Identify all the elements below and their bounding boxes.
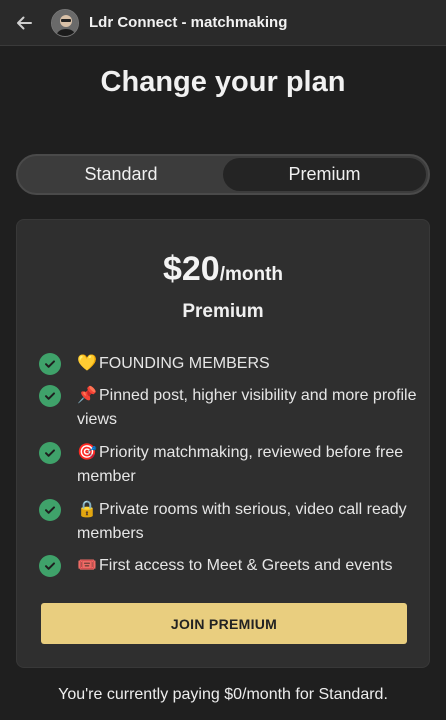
heart-icon: 💛 [77,355,97,372]
current-plan-note: You're currently paying $0/month for Sta… [58,686,388,703]
back-button[interactable] [12,11,36,35]
user-avatar-icon [52,9,78,36]
app-title: Ldr Connect - matchmaking [89,14,288,31]
page-title: Change your plan [100,66,346,98]
check-circle-icon [39,555,61,577]
price-amount: $20 [162,250,220,288]
ticket-icon: 🎟️ [77,557,97,574]
arrow-left-icon [17,16,32,29]
check-circle-icon [39,385,61,407]
price: $20/month [17,250,429,289]
check-circle-icon [39,442,61,464]
plan-toggle[interactable]: Standard Premium [16,154,430,195]
feature-text: FOUNDING MEMBERS [99,355,270,372]
avatar[interactable] [51,8,79,37]
plan-name: Premium [182,301,264,322]
plan-card: $20/month Premium 💛 FOUNDING MEMBERS 📌 Pin… [16,219,430,668]
pin-icon: 📌 [77,387,97,404]
feature-text: First access to Meet & Greets and events [99,557,393,574]
target-icon: 🎯 [77,444,97,461]
check-circle-icon [39,353,61,375]
join-premium-button[interactable]: JOIN PREMIUM [41,603,407,644]
top-bar: Ldr Connect - matchmaking [0,0,446,46]
toggle-option-premium[interactable]: Premium [223,158,426,191]
check-circle-icon [39,499,61,521]
toggle-option-standard[interactable]: Standard [21,158,221,191]
feature-text: Pinned post, higher visibility and more … [77,387,417,428]
price-period: /month [219,264,284,285]
lock-icon: 🔒 [77,501,97,518]
feature-text: Private rooms with serious, video call r… [77,501,407,542]
feature-text: Priority matchmaking, reviewed before fr… [77,444,404,485]
